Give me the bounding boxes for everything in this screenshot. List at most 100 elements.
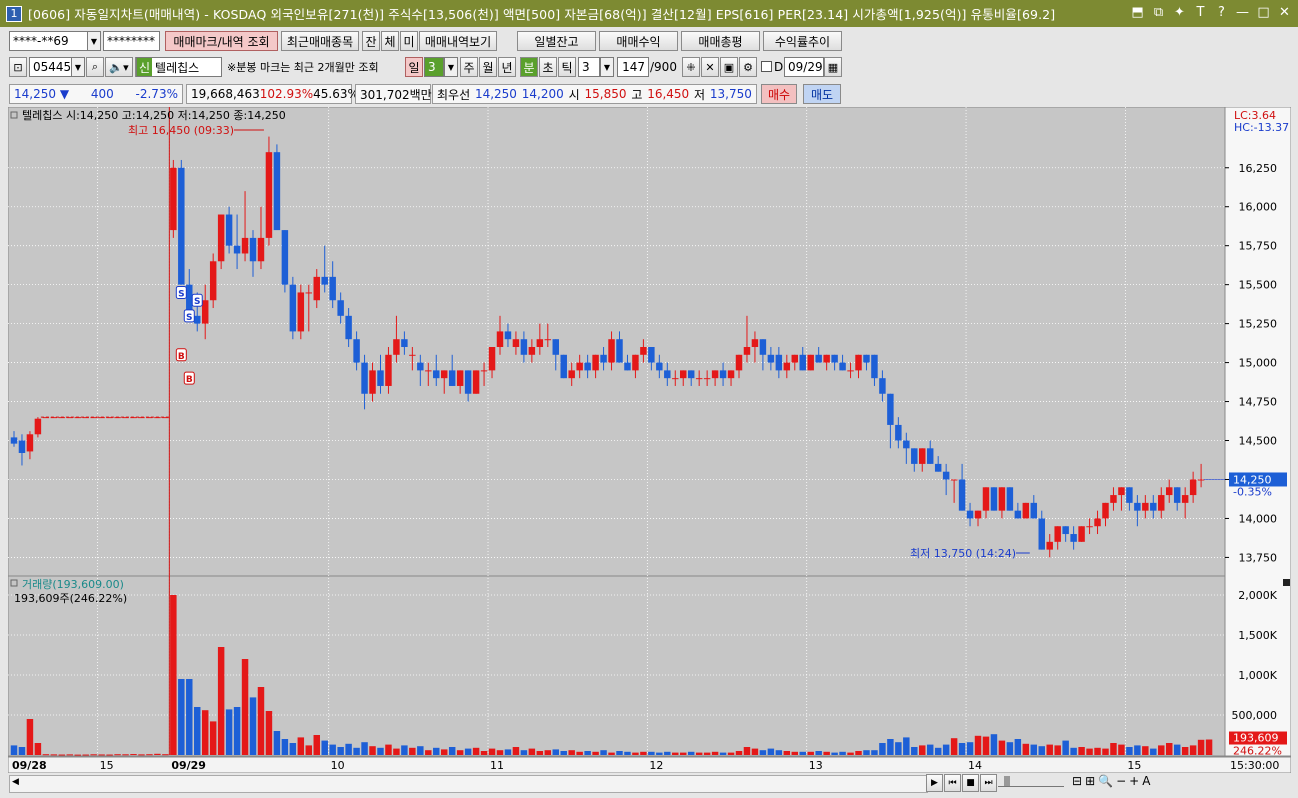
price-tick-label: 16,000 bbox=[1239, 201, 1278, 214]
volume-bar bbox=[50, 754, 58, 756]
play-icon[interactable]: ▶ bbox=[926, 774, 943, 792]
candle-body bbox=[847, 370, 854, 372]
volume-bar bbox=[1094, 747, 1101, 755]
executed-button[interactable]: 체 bbox=[381, 31, 399, 51]
trade-summary-button[interactable]: 매매총평 bbox=[681, 31, 760, 51]
search-icon[interactable]: ⌕ bbox=[86, 57, 104, 77]
buy-button[interactable]: 매수 bbox=[761, 84, 797, 104]
volume-bar bbox=[656, 752, 663, 755]
interval-dropdown-icon[interactable]: ▼ bbox=[600, 57, 614, 77]
balance-button[interactable]: 잔 bbox=[362, 31, 380, 51]
bar-count-field[interactable]: 147 bbox=[617, 57, 649, 77]
unexecuted-button[interactable]: 미 bbox=[400, 31, 418, 51]
candle-body bbox=[201, 300, 209, 324]
gear-icon[interactable]: ⚙ bbox=[739, 57, 757, 77]
trade-profit-button[interactable]: 매매수익 bbox=[599, 31, 678, 51]
candle-body bbox=[982, 487, 990, 511]
volume-tick-label: 1,500K bbox=[1238, 629, 1277, 642]
volume-bar bbox=[1205, 739, 1213, 755]
candle-body bbox=[648, 347, 655, 363]
candle-body bbox=[759, 339, 767, 355]
period-minute-button[interactable]: 분 bbox=[520, 57, 538, 77]
app-window: 1 [0606] 자동일지차트(매매내역) - KOSDAQ 외국인보유[271… bbox=[0, 0, 1298, 798]
save-icon[interactable]: ▣ bbox=[720, 57, 738, 77]
candle-body bbox=[369, 370, 376, 394]
candle-body bbox=[680, 370, 687, 379]
volume-detail: 193,609주(246.22%) bbox=[14, 592, 127, 605]
password-field[interactable]: ******** bbox=[103, 31, 160, 51]
zoom-out-icon[interactable]: − bbox=[1116, 774, 1126, 788]
volume-bar bbox=[727, 752, 735, 755]
stock-code-input[interactable]: 054450 bbox=[29, 57, 79, 77]
day-count-field[interactable]: 3 bbox=[424, 57, 444, 77]
expand-icon[interactable]: ⊞ bbox=[1085, 774, 1095, 788]
price-tick-label: 13,750 bbox=[1239, 551, 1278, 564]
chart-type-icon[interactable]: ⁜ bbox=[682, 57, 700, 77]
calendar-icon[interactable]: ▦ bbox=[824, 57, 842, 77]
first-icon[interactable]: ⏮ bbox=[944, 774, 961, 792]
collapse-icon[interactable]: ⊟ bbox=[1072, 774, 1082, 788]
scroll-left-icon[interactable]: ◀ bbox=[12, 777, 19, 787]
volume-bar bbox=[106, 754, 113, 756]
chart-scrollbar[interactable]: ◀ bbox=[9, 775, 928, 793]
zoom-icon[interactable]: 🔍 bbox=[1098, 774, 1113, 788]
volume-bar bbox=[855, 751, 862, 755]
price-chart[interactable]: 16,250 16,000 15,750 15,500 15,250 15,000 14,7… bbox=[8, 107, 1291, 773]
volume-bar bbox=[799, 751, 806, 755]
candle-body bbox=[568, 370, 575, 379]
current-pct-label: -0.35% bbox=[1233, 485, 1272, 498]
sell-button[interactable]: 매도 bbox=[803, 84, 841, 104]
zoom-slider[interactable] bbox=[998, 776, 1064, 787]
candle-body bbox=[990, 487, 998, 511]
help-icon[interactable]: ? bbox=[1214, 4, 1229, 21]
zoom-in-icon[interactable]: + bbox=[1129, 774, 1139, 788]
stock-code-dropdown-icon[interactable]: ▼ bbox=[71, 57, 85, 77]
interval-field[interactable]: 3 bbox=[578, 57, 600, 77]
volume-pane-close-icon[interactable] bbox=[1283, 579, 1290, 586]
close-icon[interactable]: ✕ bbox=[1277, 4, 1292, 21]
period-week-button[interactable]: 주 bbox=[460, 57, 478, 77]
recent-trades-button[interactable]: 최근매매종목 bbox=[281, 31, 359, 51]
candle-body bbox=[719, 370, 727, 379]
last-icon[interactable]: ⏭ bbox=[980, 774, 997, 792]
zoom-slider-handle[interactable] bbox=[1004, 776, 1010, 786]
account-dropdown-icon[interactable]: ▼ bbox=[87, 31, 101, 51]
pin-icon[interactable]: ✦ bbox=[1172, 4, 1187, 21]
price-tick-label: 15,250 bbox=[1239, 318, 1278, 331]
candle-body bbox=[1078, 526, 1085, 542]
minimize-icon[interactable]: — bbox=[1235, 4, 1250, 21]
period-month-button[interactable]: 월 bbox=[479, 57, 497, 77]
d-checkbox[interactable] bbox=[761, 61, 772, 72]
stock-name-field[interactable]: 신 텔레칩스 bbox=[136, 57, 222, 77]
daily-balance-button[interactable]: 일별잔고 bbox=[517, 31, 596, 51]
link-window-icon[interactable]: ⧉ bbox=[1151, 4, 1166, 21]
stop-icon[interactable]: ■ bbox=[962, 774, 979, 792]
volume-bar bbox=[672, 752, 679, 755]
candle-body bbox=[1086, 526, 1093, 528]
trade-mark-query-button[interactable]: 매매마크/내역 조회 bbox=[165, 31, 278, 51]
period-day-button[interactable]: 일 bbox=[405, 57, 423, 77]
date-input[interactable]: 09/29 bbox=[784, 57, 824, 77]
return-trend-button[interactable]: 수익률추이 bbox=[763, 31, 842, 51]
text-size-icon[interactable]: T bbox=[1193, 4, 1208, 21]
change-amount: 400 bbox=[90, 87, 114, 101]
candle-body bbox=[735, 354, 743, 371]
auto-scale-icon[interactable]: A bbox=[1142, 774, 1150, 788]
restore-layout-icon[interactable]: ⬒ bbox=[1130, 4, 1145, 21]
candle-body bbox=[1189, 479, 1197, 496]
volume-bar bbox=[353, 747, 360, 755]
maximize-icon[interactable]: □ bbox=[1256, 4, 1271, 21]
trade-history-button[interactable]: 매매내역보기 bbox=[419, 31, 497, 51]
account-field[interactable]: ****-**69 bbox=[9, 31, 89, 51]
period-year-button[interactable]: 년 bbox=[498, 57, 516, 77]
speaker-icon[interactable]: 🔈▾ bbox=[105, 57, 133, 77]
day-count-dropdown-icon[interactable]: ▼ bbox=[444, 57, 458, 77]
current-price: 14,250 bbox=[14, 87, 56, 101]
candle-body bbox=[233, 245, 241, 254]
candle-body bbox=[98, 417, 105, 419]
period-tick-button[interactable]: 틱 bbox=[558, 57, 576, 77]
symbol-link-icon[interactable]: ⊡ bbox=[9, 57, 27, 77]
period-second-button[interactable]: 초 bbox=[539, 57, 557, 77]
crosshair-icon[interactable]: ✕ bbox=[701, 57, 719, 77]
candle-body bbox=[10, 437, 18, 444]
